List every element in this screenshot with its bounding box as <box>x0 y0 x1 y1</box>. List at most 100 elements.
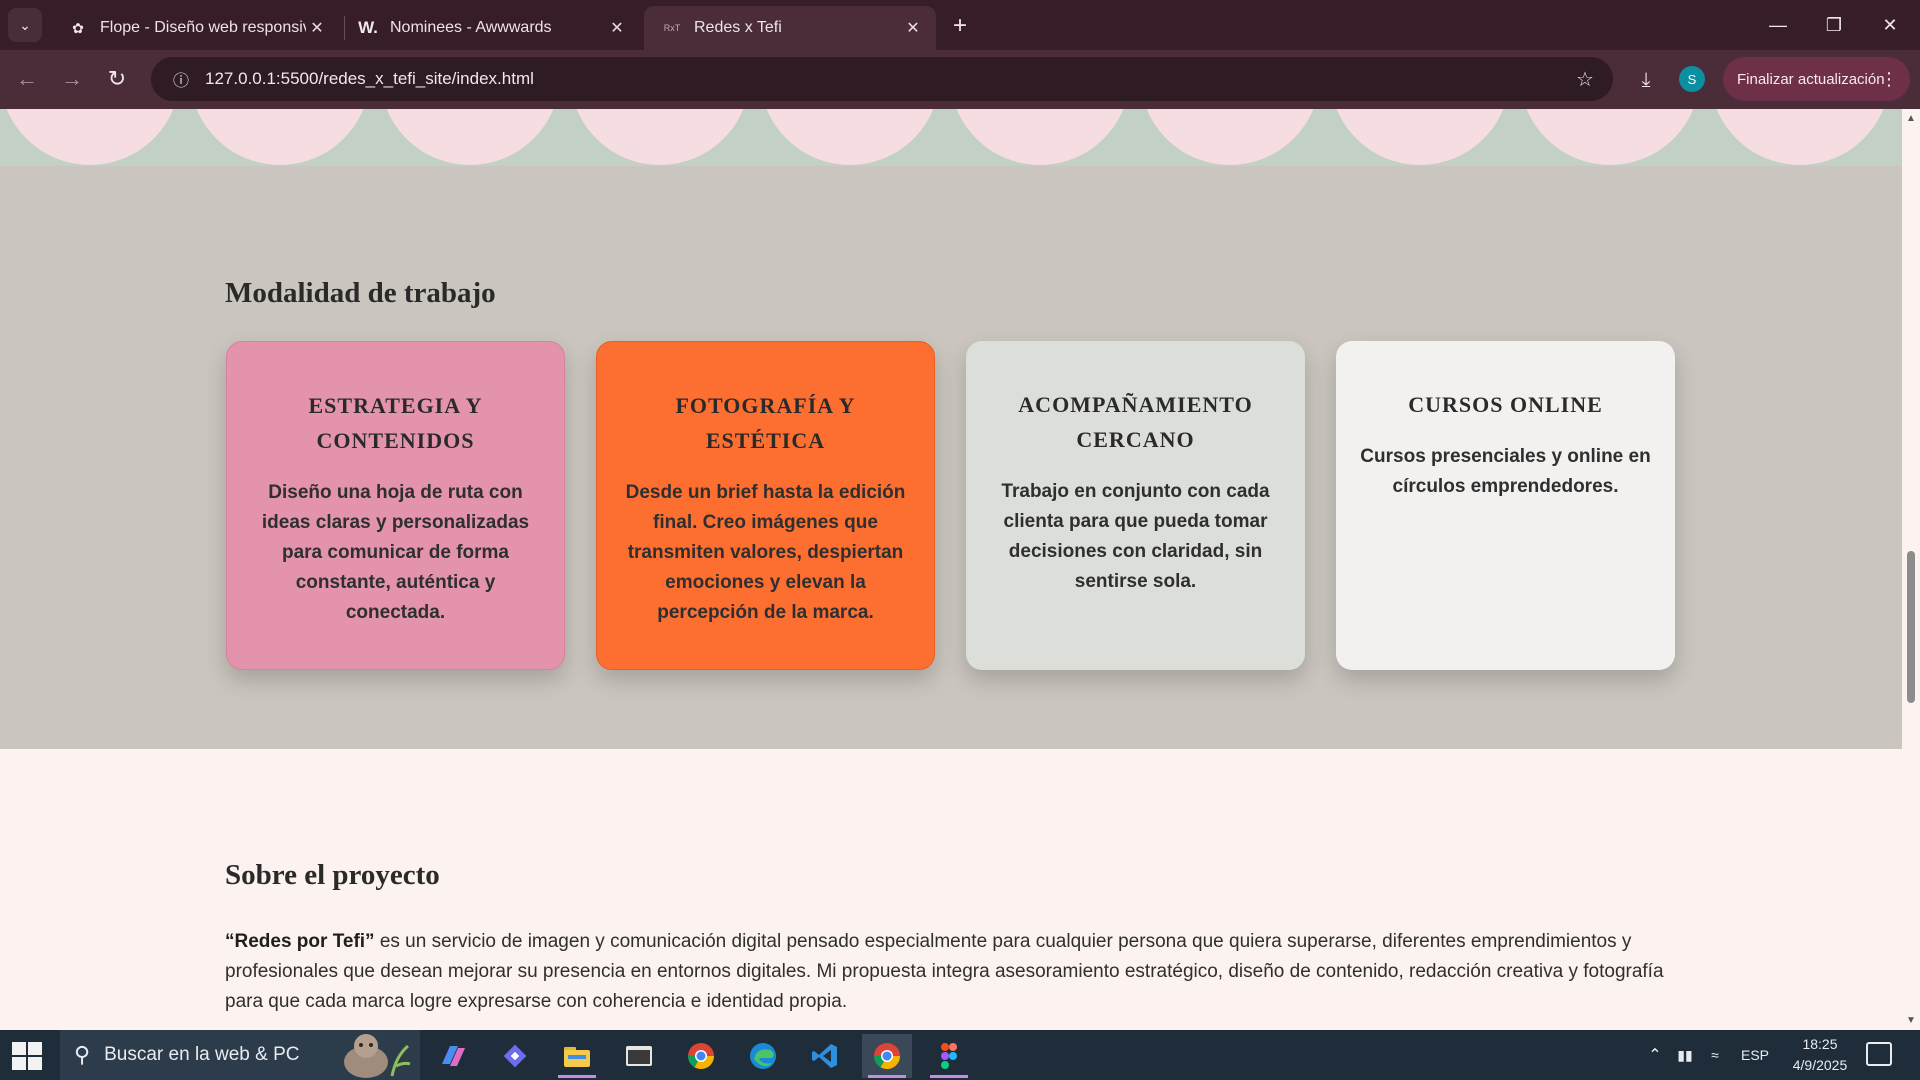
band-shape <box>380 109 560 165</box>
terminal-app[interactable] <box>614 1034 664 1078</box>
running-indicator <box>868 1075 906 1078</box>
copilot-app[interactable] <box>428 1034 478 1078</box>
band-shape <box>1140 109 1320 165</box>
card-estrategia: ESTRATEGIA Y CONTENIDOS Diseño una hoja … <box>226 341 565 670</box>
tab-title: Redes x Tefi <box>694 19 782 36</box>
close-icon[interactable]: ✕ <box>902 17 924 39</box>
taskbar-search[interactable]: ⚲ Buscar en la web & PC <box>60 1030 420 1080</box>
downloads-button[interactable]: ⤓ <box>1628 62 1664 98</box>
band-shape <box>570 109 750 165</box>
copilot-icon <box>442 1046 465 1066</box>
profile-avatar[interactable]: S <box>1679 66 1705 92</box>
proyecto-description: “Redes por Tefi” es un servicio de image… <box>225 927 1685 1017</box>
reload-icon: ↻ <box>107 66 127 91</box>
card-text: Diseño una hoja de ruta con ideas claras… <box>261 482 530 623</box>
download-icon: ⤓ <box>1641 68 1651 91</box>
figma-icon <box>941 1043 957 1069</box>
rxt-favicon: RxT <box>663 23 681 33</box>
tab-title: Nominees - Awwwards <box>390 19 552 36</box>
band-shape <box>950 109 1130 165</box>
chrome-app[interactable] <box>862 1034 912 1078</box>
card-title: FOTOGRAFÍA Y ESTÉTICA <box>675 393 856 453</box>
chrome-profile-app[interactable] <box>676 1034 726 1078</box>
modalidad-title: Modalidad de trabajo <box>225 277 496 309</box>
awwwards-icon: W. <box>358 18 378 37</box>
close-icon[interactable]: ✕ <box>606 17 628 39</box>
scroll-down-icon[interactable]: ▼ <box>1906 1015 1916 1026</box>
scrollbar-thumb[interactable] <box>1907 551 1915 703</box>
gemini-app[interactable] <box>490 1034 540 1078</box>
file-explorer-app[interactable] <box>552 1034 602 1078</box>
tab-redes-x-tefi[interactable]: RxT Redes x Tefi ✕ <box>644 6 936 50</box>
card-text: Cursos presenciales y online en círculos… <box>1360 446 1651 497</box>
wifi-icon[interactable]: ≈ <box>1700 1047 1730 1063</box>
windows-logo-tile <box>28 1057 42 1070</box>
running-indicator <box>930 1075 968 1078</box>
clock-date: 4/9/2025 <box>1792 1057 1848 1073</box>
windows-logo-tile <box>28 1042 42 1055</box>
band-shape <box>190 109 370 165</box>
band-shape <box>760 109 940 165</box>
arrow-left-icon: ← <box>16 66 38 91</box>
edge-icon <box>750 1043 776 1069</box>
scroll-up-icon[interactable]: ▲ <box>1906 113 1916 124</box>
finish-update-button[interactable]: Finalizar actualización ⋮ <box>1723 57 1910 101</box>
search-placeholder: Buscar en la web & PC <box>104 1044 300 1065</box>
restore-icon: ❐ <box>1825 14 1843 35</box>
proyecto-title: Sobre el proyecto <box>225 859 440 891</box>
bookmark-star-icon[interactable]: ☆ <box>1565 67 1605 92</box>
restore-button[interactable]: ❐ <box>1806 0 1862 50</box>
battery-icon[interactable]: ▮▮ <box>1670 1047 1700 1064</box>
terminal-icon <box>626 1046 652 1066</box>
browser-tab-bar: ⌄ ✿ Flope - Diseño web responsive ✕ W. N… <box>0 0 1920 50</box>
page-viewport: Modalidad de trabajo ESTRATEGIA Y CONTEN… <box>0 109 1902 1030</box>
notifications-icon[interactable] <box>1866 1042 1892 1066</box>
card-acompanamiento: ACOMPAÑAMIENTO CERCANO Trabajo en conjun… <box>966 341 1305 670</box>
card-text: Desde un brief hasta la edición final. C… <box>625 482 906 623</box>
windows-logo-tile <box>12 1042 26 1055</box>
tab-flope[interactable]: ✿ Flope - Diseño web responsive ✕ <box>50 6 340 50</box>
proyecto-text: es un servicio de imagen y comunicación … <box>225 931 1664 1012</box>
new-tab-button[interactable]: + <box>944 10 976 42</box>
vscode-app[interactable] <box>800 1034 850 1078</box>
brand-name: “Redes por Tefi” <box>225 931 375 952</box>
close-icon: ✕ <box>1882 14 1898 35</box>
folder-icon <box>564 1047 590 1067</box>
address-bar[interactable]: ⓘ 127.0.0.1:5500/redes_x_tefi_site/index… <box>151 57 1613 101</box>
tab-search-button[interactable]: ⌄ <box>8 8 42 42</box>
card-title: CURSOS ONLINE <box>1408 392 1603 417</box>
tab-awwwards[interactable]: W. Nominees - Awwwards ✕ <box>340 6 640 50</box>
minimize-button[interactable]: — <box>1750 0 1806 50</box>
reload-button[interactable]: ↻ <box>100 62 134 96</box>
plus-icon: + <box>952 12 967 39</box>
forward-button[interactable]: → <box>55 62 89 96</box>
url-text[interactable]: 127.0.0.1:5500/redes_x_tefi_site/index.h… <box>205 69 1565 89</box>
openai-icon: ✿ <box>72 19 84 36</box>
update-label: Finalizar actualización <box>1737 70 1885 88</box>
chevron-up-icon[interactable]: ⌃ <box>1640 1045 1670 1065</box>
search-icon: ⚲ <box>74 1042 91 1067</box>
close-icon[interactable]: ✕ <box>306 17 328 39</box>
back-button[interactable]: ← <box>10 62 44 96</box>
band-shape <box>0 109 180 165</box>
card-title: ESTRATEGIA Y CONTENIDOS <box>308 393 483 453</box>
band-shape <box>1710 109 1890 165</box>
running-indicator <box>558 1075 596 1078</box>
close-window-button[interactable]: ✕ <box>1862 0 1918 50</box>
figma-app[interactable] <box>924 1034 974 1078</box>
chevron-down-icon: ⌄ <box>19 16 31 33</box>
windows-taskbar: ⚲ Buscar en la web & PC ⌃ ▮▮ ≈ ESP 18:25… <box>0 1030 1920 1080</box>
decorative-band <box>0 109 1902 166</box>
chrome-icon <box>873 1043 901 1070</box>
site-info-icon[interactable]: ⓘ <box>161 67 201 91</box>
edge-app[interactable] <box>738 1034 788 1078</box>
search-highlight-illustration <box>344 1034 411 1078</box>
start-button[interactable] <box>10 1040 42 1072</box>
vscode-icon <box>812 1044 837 1068</box>
band-shape <box>1520 109 1700 165</box>
page-scrollbar[interactable]: ▲ ▼ <box>1902 109 1920 1030</box>
tab-title: Flope - Diseño web responsive <box>100 19 306 36</box>
clock[interactable]: 18:25 4/9/2025 <box>1770 1034 1870 1076</box>
proyecto-section: Sobre el proyecto “Redes por Tefi” es un… <box>0 749 1902 1030</box>
menu-dots-icon: ⋮ <box>1880 68 1898 89</box>
